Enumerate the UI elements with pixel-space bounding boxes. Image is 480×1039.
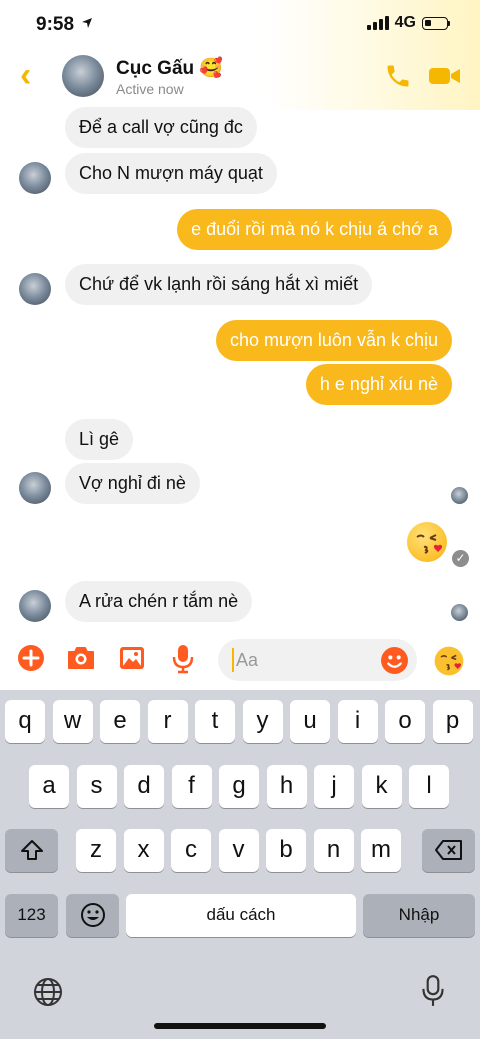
key-r[interactable]: r — [147, 700, 188, 743]
message-input-placeholder: Aa — [236, 650, 259, 670]
message-incoming[interactable]: A rửa chén r tắm nè — [65, 581, 253, 622]
numbers-key[interactable]: 123 — [5, 894, 58, 937]
home-indicator — [154, 1023, 326, 1029]
mic-icon[interactable] — [171, 644, 195, 674]
status-time: 9:58 — [36, 14, 93, 36]
gallery-icon[interactable] — [118, 644, 146, 672]
sent-check-icon: ✓ — [452, 550, 469, 567]
shift-icon — [20, 840, 43, 860]
plus-icon[interactable] — [17, 644, 45, 672]
emoji-icon[interactable] — [380, 646, 409, 675]
back-chevron-icon[interactable]: ‹ — [20, 58, 31, 92]
key-g[interactable]: g — [219, 765, 259, 808]
key-p[interactable]: p — [432, 700, 473, 743]
shift-key[interactable] — [5, 829, 58, 872]
camera-icon[interactable] — [66, 644, 96, 672]
message-incoming[interactable]: Chứ để vk lạnh rồi sáng hắt xì miết — [65, 264, 373, 305]
avatar[interactable] — [62, 55, 104, 97]
emoji-keyboard-key[interactable] — [66, 894, 119, 937]
location-icon — [82, 18, 93, 28]
sender-avatar[interactable] — [19, 590, 51, 622]
key-j[interactable]: j — [314, 765, 354, 808]
message-outgoing[interactable]: e đuổi rồi mà nó k chịu á chớ a — [177, 209, 452, 250]
key-f[interactable]: f — [171, 765, 212, 808]
key-o[interactable]: o — [385, 700, 425, 743]
text-cursor — [232, 648, 234, 672]
contact-name[interactable]: Cục Gấu 🥰 — [116, 56, 223, 80]
message-incoming[interactable]: Để a call vợ cũng đc — [65, 107, 257, 148]
kiss-face-icon — [416, 534, 443, 554]
globe-icon[interactable] — [32, 976, 64, 1008]
battery-icon — [422, 16, 450, 30]
key-z[interactable]: z — [76, 829, 116, 872]
key-m[interactable]: m — [361, 829, 401, 872]
key-w[interactable]: w — [52, 700, 93, 743]
delete-key[interactable] — [422, 829, 475, 872]
network-label: 4G — [394, 14, 416, 31]
video-call-icon[interactable] — [428, 62, 462, 90]
key-n[interactable]: n — [313, 829, 354, 872]
key-c[interactable]: c — [171, 829, 211, 872]
message-outgoing[interactable]: cho mượn luôn vẫn k chịu — [216, 320, 452, 361]
return-key[interactable]: Nhập — [363, 894, 475, 937]
active-status: Active now — [116, 81, 184, 97]
phone-icon[interactable] — [384, 62, 412, 90]
key-k[interactable]: k — [361, 765, 402, 808]
seen-receipt-avatar — [451, 487, 468, 504]
message-outgoing-emoji[interactable] — [407, 522, 447, 562]
key-d[interactable]: d — [124, 765, 164, 808]
emoji-keyboard-icon — [80, 903, 105, 927]
kiss-emoji-icon[interactable] — [433, 645, 465, 677]
key-i[interactable]: i — [337, 700, 378, 743]
sender-avatar[interactable] — [19, 273, 51, 305]
key-x[interactable]: x — [123, 829, 164, 872]
message-incoming[interactable]: Vợ nghỉ đi nè — [65, 463, 200, 504]
key-y[interactable]: y — [242, 700, 283, 743]
key-l[interactable]: l — [409, 765, 449, 808]
key-q[interactable]: q — [5, 700, 45, 743]
key-a[interactable]: a — [29, 765, 69, 808]
signal-icon — [366, 16, 389, 30]
message-outgoing[interactable]: h e nghỉ xíu nè — [305, 364, 452, 405]
key-s[interactable]: s — [76, 765, 117, 808]
space-key[interactable]: dấu cách — [126, 894, 356, 937]
key-h[interactable]: h — [266, 765, 307, 808]
sender-avatar[interactable] — [19, 162, 51, 194]
key-u[interactable]: u — [290, 700, 330, 743]
seen-receipt-avatar — [451, 604, 468, 621]
key-v[interactable]: v — [218, 829, 259, 872]
backspace-icon — [434, 840, 462, 860]
sender-avatar[interactable] — [19, 472, 51, 504]
key-b[interactable]: b — [266, 829, 306, 872]
dictation-mic-icon[interactable] — [420, 974, 446, 1008]
message-incoming[interactable]: Cho N mượn máy quạt — [65, 153, 277, 194]
key-e[interactable]: e — [100, 700, 140, 743]
message-incoming[interactable]: Lì gê — [65, 419, 134, 460]
key-t[interactable]: t — [195, 700, 235, 743]
status-indicators: 4G — [366, 14, 450, 32]
